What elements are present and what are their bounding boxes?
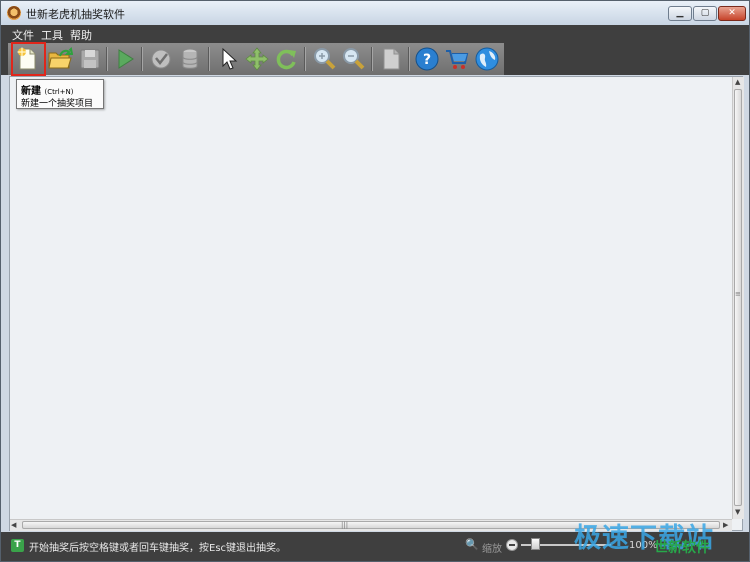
open-icon [48,46,73,69]
draw-canvas[interactable] [9,76,743,531]
zoom-minus-button[interactable] [506,539,518,551]
save-icon [80,49,100,69]
zoom-in-icon [314,48,336,70]
zoom-in-button[interactable] [311,46,337,72]
purchase-button[interactable] [444,46,470,72]
new-tooltip: 新建 (Ctrl+N) 新建一个抽奖项目 [16,79,104,109]
open-button[interactable] [47,46,73,72]
scroll-left-icon[interactable]: ◀ [11,521,16,529]
close-button[interactable]: ✕ [718,6,746,21]
menu-help[interactable]: 帮助 [70,27,92,43]
scroll-grip-icon: ||| [341,521,349,529]
menu-bar: 文件 工具 帮助 [1,25,749,43]
select-button[interactable] [215,46,241,72]
zoom-out-button[interactable] [340,46,366,72]
maximize-button[interactable]: ▢ [693,6,717,21]
app-logo-icon [7,6,21,20]
database-button[interactable] [177,46,203,72]
check-button[interactable] [148,46,174,72]
title-bar: 世新老虎机抽奖软件 ▁ ▢ ✕ [1,1,749,25]
toolbar-separator [208,47,210,71]
toolbar-separator [141,47,143,71]
toolbar-separator [371,47,373,71]
scroll-down-icon[interactable]: ▼ [735,508,740,516]
pointer-icon [222,47,238,70]
watermark-subtext: 世新软件 [654,540,710,556]
help-icon: ? [415,47,439,71]
maximize-icon: ▢ [700,8,710,18]
globe-icon [475,47,499,71]
vertical-scrollbar[interactable]: ▲ ≡ ▼ [732,77,744,519]
zoom-out-icon [343,48,365,70]
help-button[interactable]: ? [414,46,440,72]
zoom-label: 缩放 [482,544,502,555]
start-draw-button[interactable] [112,46,138,72]
play-icon [118,49,134,69]
menu-tools[interactable]: 工具 [41,27,63,43]
status-icon: T [11,539,24,552]
document-icon [383,48,400,70]
toolbar-strip: ? [8,43,504,75]
magnifier-icon: 🔍 [465,538,479,551]
database-icon [182,48,198,69]
save-button[interactable] [77,46,103,72]
move-button[interactable] [244,46,270,72]
website-button[interactable] [474,46,500,72]
menu-file[interactable]: 文件 [12,27,34,43]
window-title: 世新老虎机抽奖软件 [26,8,125,21]
minimize-button[interactable]: ▁ [668,6,692,21]
tooltip-description: 新建一个抽奖项目 [21,99,94,109]
svg-text:?: ? [423,52,431,68]
minimize-icon: ▁ [676,8,684,18]
toolbar: ? [1,43,749,75]
toolbar-separator [408,47,410,71]
vertical-scroll-thumb[interactable]: ≡ [734,89,742,506]
rotate-button[interactable] [273,46,299,72]
new-button-highlight [11,42,46,76]
rotate-icon [276,49,296,70]
tooltip-title: 新建 (Ctrl+N) [21,82,74,97]
check-icon [151,49,171,69]
toolbar-separator [304,47,306,71]
scroll-grip-icon: ≡ [735,290,741,298]
toolbar-separator [106,47,108,71]
tooltip-shortcut: (Ctrl+N) [44,88,74,96]
zoom-slider-thumb[interactable] [530,538,540,550]
move-icon [245,47,269,71]
scroll-up-icon[interactable]: ▲ [735,78,740,86]
document-button[interactable] [378,46,404,72]
close-icon: ✕ [728,8,736,18]
app-window: 世新老虎机抽奖软件 ▁ ▢ ✕ 文件 工具 帮助 ? ▲ ≡ ▼ ◀ ||| ▶… [0,0,750,562]
cart-icon [446,50,469,69]
scroll-right-icon[interactable]: ▶ [723,521,728,529]
status-message: 开始抽奖后按空格键或者回车键抽奖，按Esc键退出抽奖。 [29,543,287,554]
